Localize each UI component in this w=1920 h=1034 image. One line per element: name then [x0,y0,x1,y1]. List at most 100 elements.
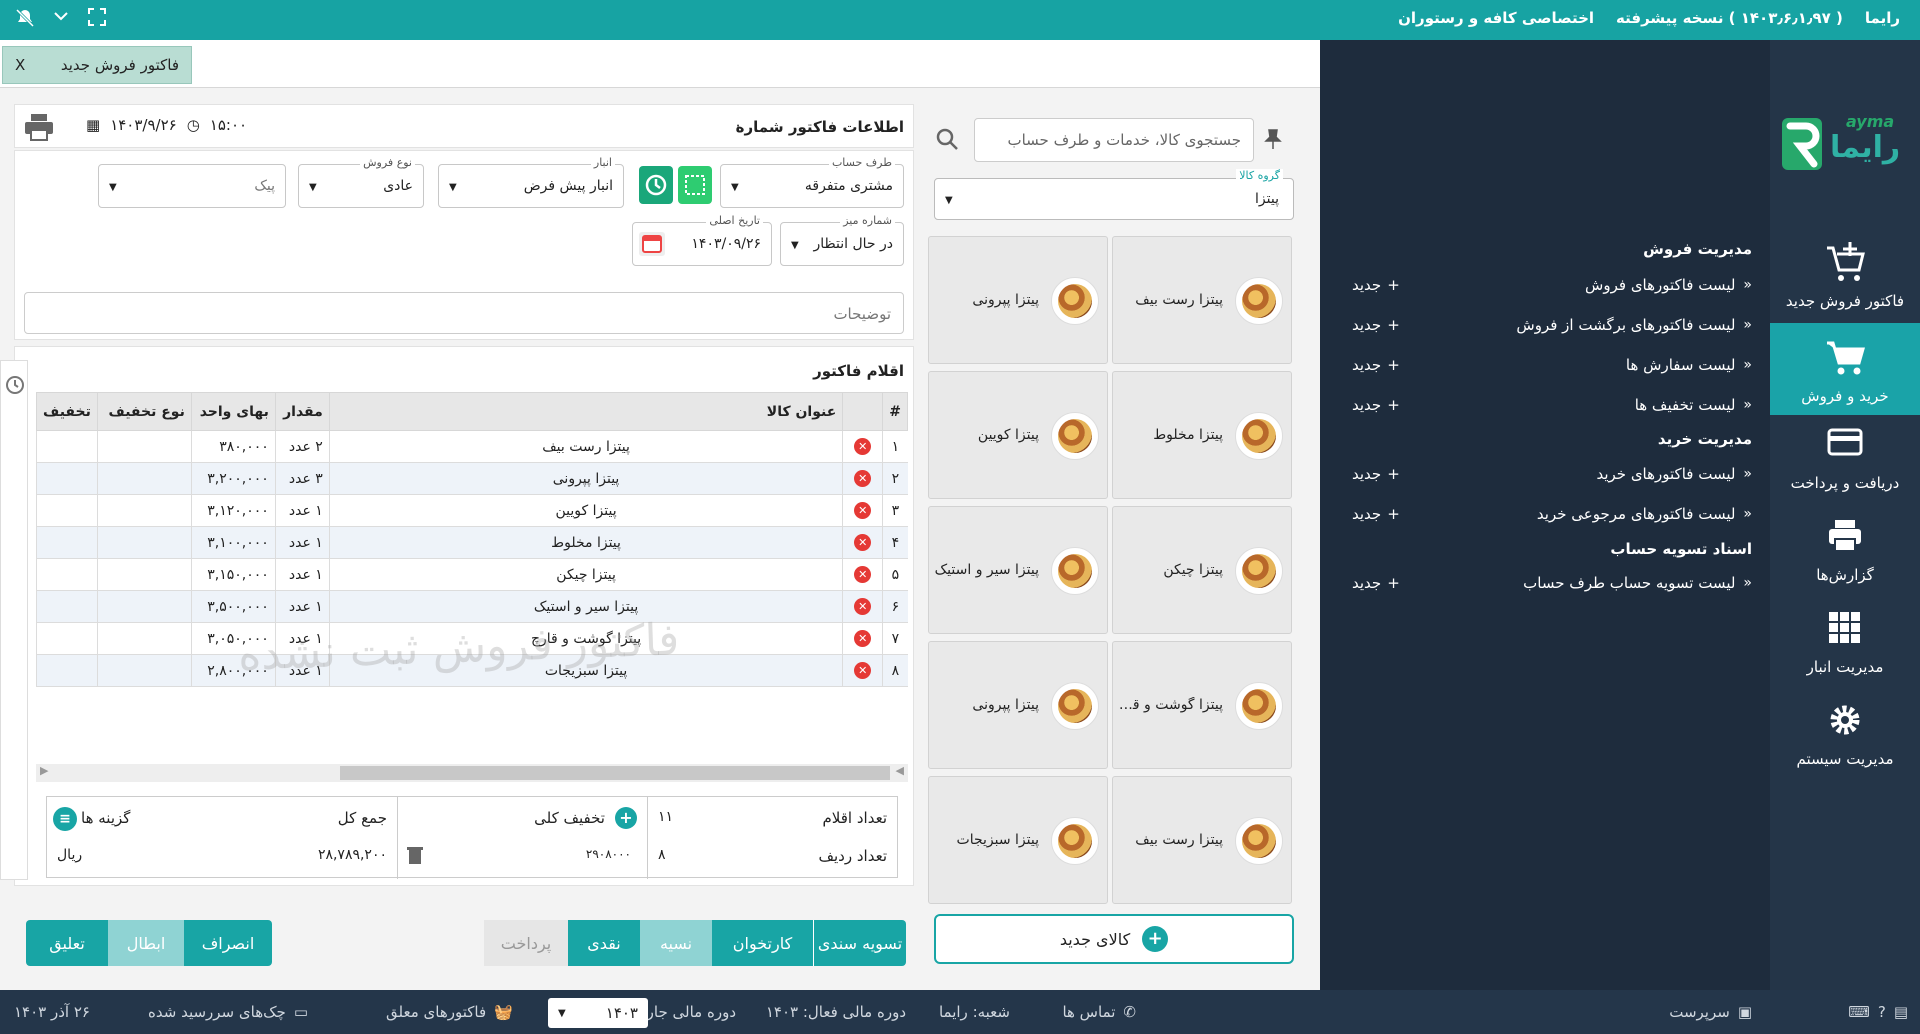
bell-off-icon[interactable] [14,8,36,30]
due-cheques-link[interactable]: ▭ چک‌های سررسید شده [148,1003,308,1021]
pending-invoices-link[interactable]: 🧺 فاکتورهای معلق [386,1003,513,1021]
suspend-button[interactable]: تعلیق [26,920,108,966]
product-tile[interactable]: پیتزا گوشت و قارچ [1112,641,1292,769]
payment-button-group: تسویه سندی کارتخوان نسیه نقدی پرداخت [430,920,906,966]
nav-system[interactable]: مدیریت سیستم [1770,696,1920,808]
new-link[interactable]: + جدید [1352,505,1400,523]
close-icon[interactable]: X [15,56,25,74]
original-date-field[interactable]: تاریخ اصلی ۱۴۰۳/۰۹/۲۶ [632,214,772,266]
history-button[interactable] [639,166,673,204]
calendar-icon[interactable] [639,232,665,256]
column-header[interactable]: نوع تخفیف [96,392,192,431]
product-search-input[interactable]: جستجوی کالا، خدمات و طرف حساب [974,118,1254,162]
column-header[interactable]: بهای واحد [190,392,276,431]
new-product-button[interactable]: + کالای جدید [934,914,1294,964]
product-tile[interactable]: پیتزا مخلوط [1112,371,1292,499]
delete-icon[interactable]: ✕ [854,470,872,487]
product-tile[interactable]: پیتزا سیر و استیک [928,506,1108,634]
select-area-button[interactable] [678,166,712,204]
product-tile[interactable]: پیتزا کویین [928,371,1108,499]
fullscreen-icon[interactable] [86,8,108,30]
table-header: # عنوان کالا مقدار بهای واحد نوع تخفیف ت… [36,392,908,431]
double-chevron-icon: « [1743,466,1752,482]
delete-icon[interactable]: ✕ [854,502,872,519]
table-row[interactable]: ۴ ✕ پیتزا مخلوط ۱ عدد ۳,۱۰۰,۰۰۰ [36,526,908,559]
table-row[interactable]: ۲ ✕ پیتزا پپرونی ۳ عدد ۳,۲۰۰,۰۰۰ [36,462,908,495]
submenu-panel: مدیریت فروش «لیست فاکتورهای فروش + جدید «… [1300,40,1770,990]
card-icon: ▭ [293,1003,308,1021]
printer-icon[interactable] [22,110,56,144]
chevron-down-icon[interactable] [50,8,72,30]
menu-item-orders[interactable]: «لیست سفارش ها + جدید [1352,351,1752,379]
delete-icon[interactable]: ✕ [854,662,872,679]
fiscal-year-select[interactable]: ۱۴۰۳ ▼ [548,998,648,1028]
new-link[interactable]: + جدید [1352,396,1400,414]
warehouse-select[interactable]: انبار انبار پیش فرض ▼ [438,156,624,208]
table-row[interactable]: ۱ ✕ پیتزا رست بیف ۲ عدد ۳۸۰,۰۰۰ [36,430,908,463]
pizza-image [1051,817,1099,865]
add-discount-icon[interactable]: + [615,807,637,829]
new-link[interactable]: + جدید [1352,316,1400,334]
double-chevron-icon: « [1743,317,1752,333]
contacts-link[interactable]: ✆ تماس ها [1062,1003,1136,1021]
table-row[interactable]: ۵ ✕ پیتزا چیکن ۱ عدد ۳,۱۵۰,۰۰۰ [36,558,908,591]
sale-type-select[interactable]: نوع فروش عادی ▼ [298,156,424,208]
column-header[interactable]: مقدار [274,392,330,431]
horizontal-scrollbar[interactable]: ◀ ▶ [36,764,908,782]
product-tile[interactable]: پیتزا چیکن [1112,506,1292,634]
film-icon[interactable]: ▤ [1894,1003,1908,1021]
delete-icon[interactable]: ✕ [854,630,872,647]
new-link[interactable]: + جدید [1352,276,1400,294]
account-select[interactable]: طرف حساب مشتری متفرقه ▼ [720,156,904,208]
new-link[interactable]: + جدید [1352,356,1400,374]
column-header[interactable]: تخفیف [36,392,98,431]
support-link[interactable]: ▣ سرپرست [1669,1003,1752,1021]
table-row[interactable]: ۶ ✕ پیتزا سیر و استیک ۱ عدد ۳,۵۰۰,۰۰۰ [36,590,908,623]
notes-input[interactable]: توضیحات [24,292,904,334]
help-icon[interactable]: ? [1878,1003,1886,1021]
settle-doc-button[interactable]: تسویه سندی [814,920,906,966]
pin-icon[interactable] [1262,128,1284,150]
new-link[interactable]: + جدید [1352,465,1400,483]
product-tile[interactable]: پیتزا رست بیف [1112,236,1292,364]
void-button[interactable]: ابطال [108,920,184,966]
card-reader-button[interactable]: کارتخوان [712,920,814,966]
menu-icon[interactable]: ≡ [53,807,77,831]
courier-select[interactable]: پیک ▼ [98,164,286,208]
menu-item-purchase-returns[interactable]: «لیست فاکتورهای مرجوعی خرید + جدید [1352,500,1752,528]
trash-icon[interactable] [406,845,424,869]
delete-icon[interactable]: ✕ [854,566,872,583]
keyboard-icon[interactable]: ⌨ [1848,1003,1870,1021]
nav-buy-sell[interactable]: خرید و فروش [1770,323,1920,415]
menu-item-sale-returns[interactable]: «لیست فاکتورهای برگشت از فروش + جدید [1352,311,1752,339]
invoice-time: ۱۵:۰۰ [209,116,248,134]
new-link[interactable]: + جدید [1352,574,1400,592]
table-number-select[interactable]: شماره میز در حال انتظار ▼ [780,214,904,266]
product-group-select[interactable]: گروه کالا پیتزا ▼ [934,169,1294,220]
product-tile[interactable]: پیتزا رست بیف [1112,776,1292,904]
clock-icon: ◷ [186,116,200,134]
pay-button[interactable]: پرداخت [484,920,568,966]
credit-button[interactable]: نسیه [640,920,712,966]
history-side-tab[interactable] [0,360,28,880]
menu-item-purchase-invoices[interactable]: «لیست فاکتورهای خرید + جدید [1352,460,1752,488]
menu-item-sale-invoices[interactable]: «لیست فاکتورهای فروش + جدید [1352,271,1752,299]
arrow-left-icon[interactable]: ◀ [896,764,904,777]
cancel-button[interactable]: انصراف [184,920,272,966]
product-tile[interactable]: پیتزا سبزیجات [928,776,1108,904]
delete-icon[interactable]: ✕ [854,438,872,455]
product-tile[interactable]: پیتزا پپرونی [928,641,1108,769]
menu-item-settlements[interactable]: «لیست تسویه حساب طرف حساب + جدید [1352,569,1752,597]
cash-button[interactable]: نقدی [568,920,640,966]
product-tile[interactable]: پیتزا پپرونی [928,236,1108,364]
menu-item-discounts[interactable]: «لیست تخفیف ها + جدید [1352,391,1752,419]
nav-label: مدیریت انبار [1806,658,1884,676]
delete-icon[interactable]: ✕ [854,598,872,615]
arrow-right-icon[interactable]: ▶ [40,764,48,777]
column-header[interactable]: عنوان کالا [328,392,844,431]
scrollbar-thumb[interactable] [340,766,890,780]
table-row[interactable]: ۳ ✕ پیتزا کویین ۱ عدد ۳,۱۲۰,۰۰۰ [36,494,908,527]
tab-new-sale-invoice[interactable]: فاکتور فروش جدید X [2,46,192,84]
delete-icon[interactable]: ✕ [854,534,872,551]
search-icon[interactable] [935,127,959,151]
